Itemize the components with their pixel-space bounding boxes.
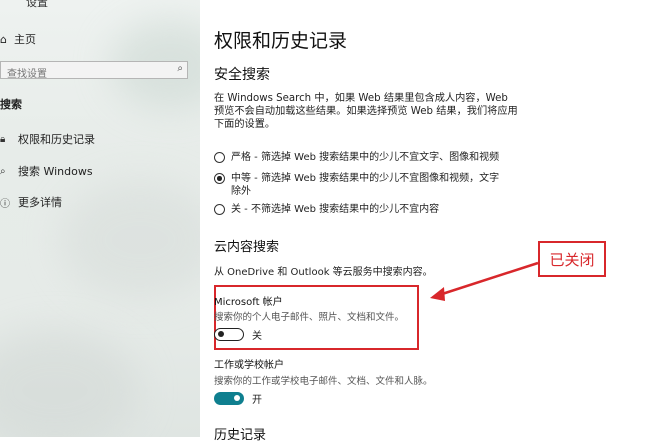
radio-label: 中等 - 筛选掉 Web 搜索结果中的少儿不宜图像和视频，文字除外: [231, 173, 500, 197]
cloud-search-heading: 云内容搜索: [214, 240, 280, 255]
radio-option-strict[interactable]: 严格 - 筛选掉 Web 搜索结果中的少儿不宜文字、图像和视频: [214, 151, 499, 164]
sidebar-item-more-details[interactable]: ⓘ 更多详情: [0, 193, 62, 211]
sidebar-section-title: 搜索: [0, 98, 22, 111]
annotation-callout: 已关闭: [538, 241, 606, 277]
safe-search-heading: 安全搜索: [214, 67, 270, 83]
sidebar: 设置 ⌂ 主页 ⌕ 搜索 🔒︎ 权限和历史记录 ⌕ 搜索 Windows ⓘ 更…: [0, 0, 200, 437]
info-icon: ⓘ: [0, 198, 10, 210]
work-account-toggle-row[interactable]: 开: [214, 391, 262, 406]
radio-option-moderate[interactable]: 中等 - 筛选掉 Web 搜索结果中的少儿不宜图像和视频，文字除外: [214, 172, 504, 198]
microsoft-account-title: Microsoft 帐户: [214, 297, 283, 308]
settings-search-box[interactable]: ⌕: [0, 61, 188, 83]
sidebar-item-home[interactable]: ⌂ 主页: [0, 30, 36, 48]
search-icon[interactable]: ⌕: [177, 63, 183, 74]
background-blur: [60, 180, 200, 300]
microsoft-account-description: 搜索你的个人电子邮件、照片、文档和文件。: [214, 312, 405, 323]
lock-icon: 🔒︎: [0, 133, 6, 145]
sidebar-item-label: 主页: [14, 33, 36, 46]
work-account-title: 工作或学校帐户: [214, 360, 284, 371]
background-blur: [0, 330, 140, 437]
main-content: 权限和历史记录 安全搜索 在 Windows Search 中，如果 Web 结…: [214, 0, 655, 443]
history-heading: 历史记录: [214, 428, 267, 443]
sidebar-item-permissions-history[interactable]: 🔒︎ 权限和历史记录: [0, 130, 95, 148]
sidebar-item-label: 权限和历史记录: [18, 133, 95, 146]
radio-label: 关 - 不筛选掉 Web 搜索结果中的少儿不宜内容: [231, 204, 440, 215]
toggle-state-label: 开: [252, 395, 262, 406]
radio-button[interactable]: [214, 204, 225, 215]
radio-button-selected[interactable]: [214, 173, 225, 184]
radio-button[interactable]: [214, 152, 225, 163]
home-icon: ⌂: [0, 32, 7, 46]
work-account-toggle[interactable]: [214, 392, 244, 405]
radio-label: 严格 - 筛选掉 Web 搜索结果中的少儿不宜文字、图像和视频: [231, 152, 500, 163]
radio-option-off[interactable]: 关 - 不筛选掉 Web 搜索结果中的少儿不宜内容: [214, 203, 439, 216]
sidebar-item-label: 搜索 Windows: [18, 165, 93, 178]
sidebar-item-search-windows[interactable]: ⌕ 搜索 Windows: [0, 162, 93, 180]
annotation-arrow-icon: [430, 261, 539, 301]
microsoft-account-toggle-row[interactable]: 关: [214, 327, 262, 342]
search-windows-icon: ⌕: [0, 165, 6, 177]
sidebar-item-label: 更多详情: [18, 196, 62, 209]
app-title: 设置: [26, 0, 48, 9]
toggle-state-label: 关: [252, 331, 262, 342]
work-account-description: 搜索你的工作或学校电子邮件、文档、文件和人脉。: [214, 376, 433, 387]
page-title: 权限和历史记录: [214, 30, 348, 52]
search-input[interactable]: [1, 66, 167, 83]
cloud-search-description: 从 OneDrive 和 Outlook 等云服务中搜索内容。: [214, 267, 433, 278]
microsoft-account-toggle[interactable]: [214, 328, 244, 341]
safe-search-description: 在 Windows Search 中，如果 Web 结果里包含成人内容，Web …: [214, 93, 518, 130]
